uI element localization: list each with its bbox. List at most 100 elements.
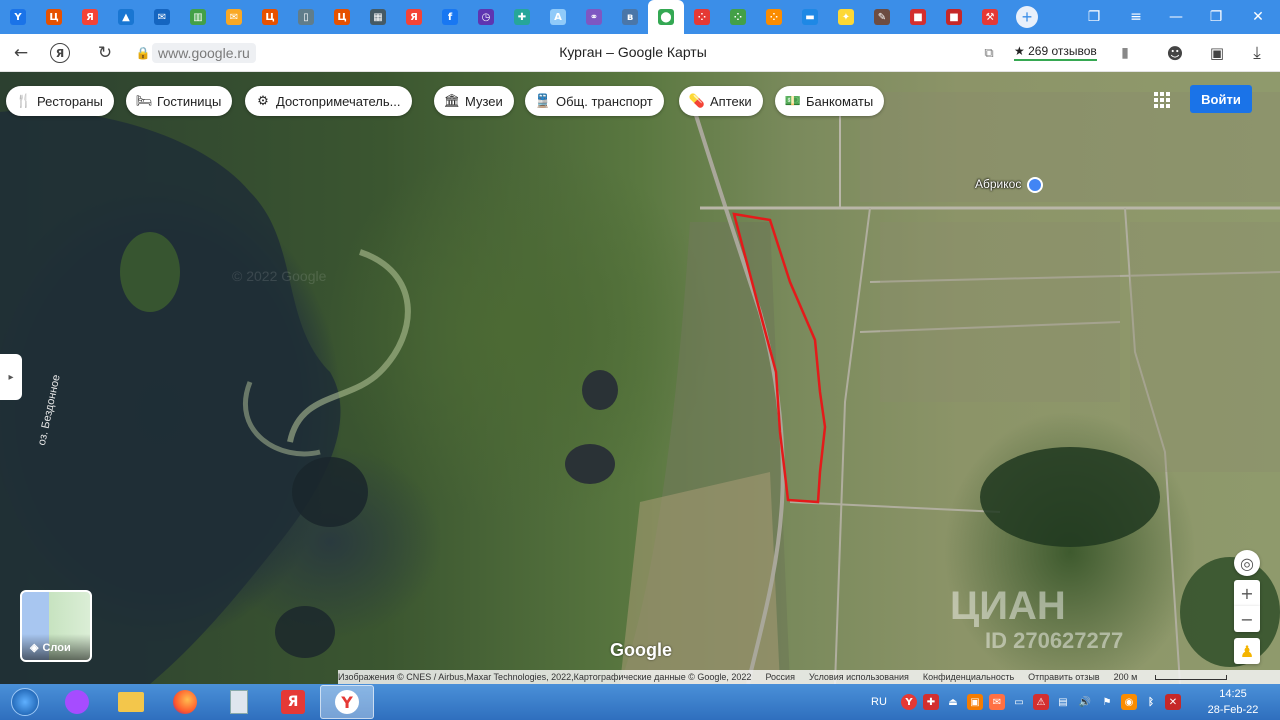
browser-tab[interactable]: ✉ [216,0,252,34]
pharmacy-icon: 💊 [688,93,706,109]
browser-tab[interactable]: ▬ [792,0,828,34]
start-button[interactable] [0,685,50,719]
extension-icon[interactable]: ☻ [1162,40,1188,66]
region-link[interactable]: Россия [765,672,795,682]
new-tab-button[interactable]: + [1016,6,1038,28]
yandex-icon: Я [82,9,98,25]
yandex-icon: Я [406,9,422,25]
volume-icon[interactable]: 🔊 [1074,684,1096,720]
browser-tab[interactable]: ✎ [864,0,900,34]
collections-icon[interactable]: ▣ [1204,40,1230,66]
google-logo: Google [610,640,672,660]
browser-tab[interactable]: ✉ [144,0,180,34]
attractions-icon: ⚙ [257,93,269,109]
windows-taskbar: Я Y RU Y ✚ ⏏ ▣ ✉ ▭ ⚠ ▤ 🔊 ⚑ ◉ ᛒ ✕ 14:25 2… [0,684,1280,720]
browser-tab[interactable]: в [612,0,648,34]
category-chip[interactable]: ⚙ Достопримечатель... [245,86,412,116]
category-chip[interactable]: 🚆 Общ. транспорт [525,86,664,116]
terms-link[interactable]: Условия использования [809,672,909,682]
cian-watermark: ЦИАН [950,584,1066,628]
browser-tab[interactable]: ⁘ [684,0,720,34]
flag-tray-icon[interactable]: ⚑ [1096,684,1118,720]
tray-app-icon[interactable]: ✕ [1162,684,1184,720]
category-chip[interactable]: 🍴 Рестораны [6,86,114,116]
minimize-button[interactable]: — [1156,0,1196,34]
browser-tab[interactable]: Я [396,0,432,34]
download-icon[interactable]: ⤓ [1244,40,1270,66]
plus-icon: ✚ [514,9,530,25]
login-button[interactable]: Войти [1190,85,1252,113]
system-clock[interactable]: 14:25 28-Feb-22 [1198,686,1268,718]
firefox-icon[interactable] [158,685,212,719]
yandex-app-icon[interactable]: Я [266,685,320,719]
browser-tab[interactable]: ■ [936,0,972,34]
place-label[interactable]: Абрикос [975,177,1043,193]
square-icon: ■ [946,9,962,25]
shop-pin-icon[interactable] [1026,177,1043,193]
translate-icon[interactable]: ⧉ [976,40,1002,66]
place-name[interactable]: Абрикос [975,177,1021,191]
sheet-icon: ▥ [190,9,206,25]
expand-panel-button[interactable]: ▸ [0,354,22,400]
map-imagery [0,92,1280,684]
satellite-map[interactable]: © 2022 Google 🍴 Рестораны 🛏 Гостиницы ⚙ Досто… [0,72,1280,684]
browser-tab[interactable]: ▦ [360,0,396,34]
browser-tab[interactable]: ⚒ [972,0,1008,34]
category-chip[interactable]: 🏛 Музеи [434,86,514,116]
browser-tab[interactable]: ▯ [288,0,324,34]
browser-tab[interactable]: ⁘ [720,0,756,34]
browser-tab[interactable]: ▲ [108,0,144,34]
alice-icon[interactable] [50,685,104,719]
yandex-browser-icon[interactable]: Y [320,685,374,719]
close-button[interactable]: ✕ [1238,0,1278,34]
browser-tab[interactable]: Ц [324,0,360,34]
category-chip[interactable]: 💵 Банкоматы [775,86,885,116]
notifications-icon[interactable]: ≡ [1116,0,1156,34]
browser-tab[interactable]: ⬤ [648,0,684,34]
browser-tab[interactable]: ⁘ [756,0,792,34]
network-tray-icon[interactable]: ▤ [1052,684,1074,720]
privacy-link[interactable]: Конфиденциальность [923,672,1014,682]
restore-button[interactable]: ❐ [1196,0,1236,34]
reviews-badge[interactable]: ★ 269 отзывов [1014,44,1097,61]
street-view-pegman-icon[interactable]: ♟ [1234,638,1260,664]
shield-tray-icon[interactable]: ✚ [920,684,942,720]
browser-tab[interactable]: Y [0,0,36,34]
explorer-icon[interactable] [104,685,158,719]
language-indicator[interactable]: RU [868,684,890,720]
browser-tab[interactable]: ⚭ [576,0,612,34]
browser-tab[interactable]: ✦ [828,0,864,34]
feedback-link[interactable]: Отправить отзыв [1028,672,1099,682]
tray-app-icon[interactable]: ▣ [964,684,986,720]
emblem-icon: ✦ [838,9,854,25]
monitor-tray-icon[interactable]: ▭ [1008,684,1030,720]
category-chip[interactable]: 🛏 Гостиницы [126,86,233,116]
tray-app-icon[interactable]: ✉ [986,684,1008,720]
zoom-out-button[interactable]: − [1234,606,1260,632]
scale-label[interactable]: 200 м [1114,672,1138,682]
tray-app-icon[interactable]: ⚠ [1030,684,1052,720]
tray-app-icon[interactable]: ◉ [1118,684,1140,720]
category-chip[interactable]: 💊 Аптеки [679,86,763,116]
browser-tab[interactable]: Я [72,0,108,34]
google-apps-icon[interactable] [1154,92,1170,108]
browser-tab[interactable]: ■ [900,0,936,34]
browser-tab[interactable]: Ц [252,0,288,34]
browser-tab[interactable]: ▥ [180,0,216,34]
layers-button[interactable]: ◈ Слои [20,590,92,662]
browser-tab[interactable]: ◷ [468,0,504,34]
browser-tab[interactable]: f [432,0,468,34]
chain-icon: ⚭ [586,9,602,25]
calculator-icon[interactable] [212,685,266,719]
tabs-view-icon[interactable]: ❐ [1074,0,1114,34]
browser-tab[interactable]: ✚ [504,0,540,34]
usb-tray-icon[interactable]: ⏏ [942,684,964,720]
browser-tab[interactable]: Ц [36,0,72,34]
bluetooth-icon[interactable]: ᛒ [1140,684,1162,720]
scale-bar[interactable]: 200 м [1114,672,1242,682]
yandex-tray-icon[interactable]: Y [898,684,920,720]
browser-tab[interactable]: A [540,0,576,34]
zoom-in-button[interactable]: + [1234,580,1260,606]
my-location-icon[interactable]: ◎ [1234,550,1260,576]
bookmark-icon[interactable]: ▮ [1112,40,1138,66]
